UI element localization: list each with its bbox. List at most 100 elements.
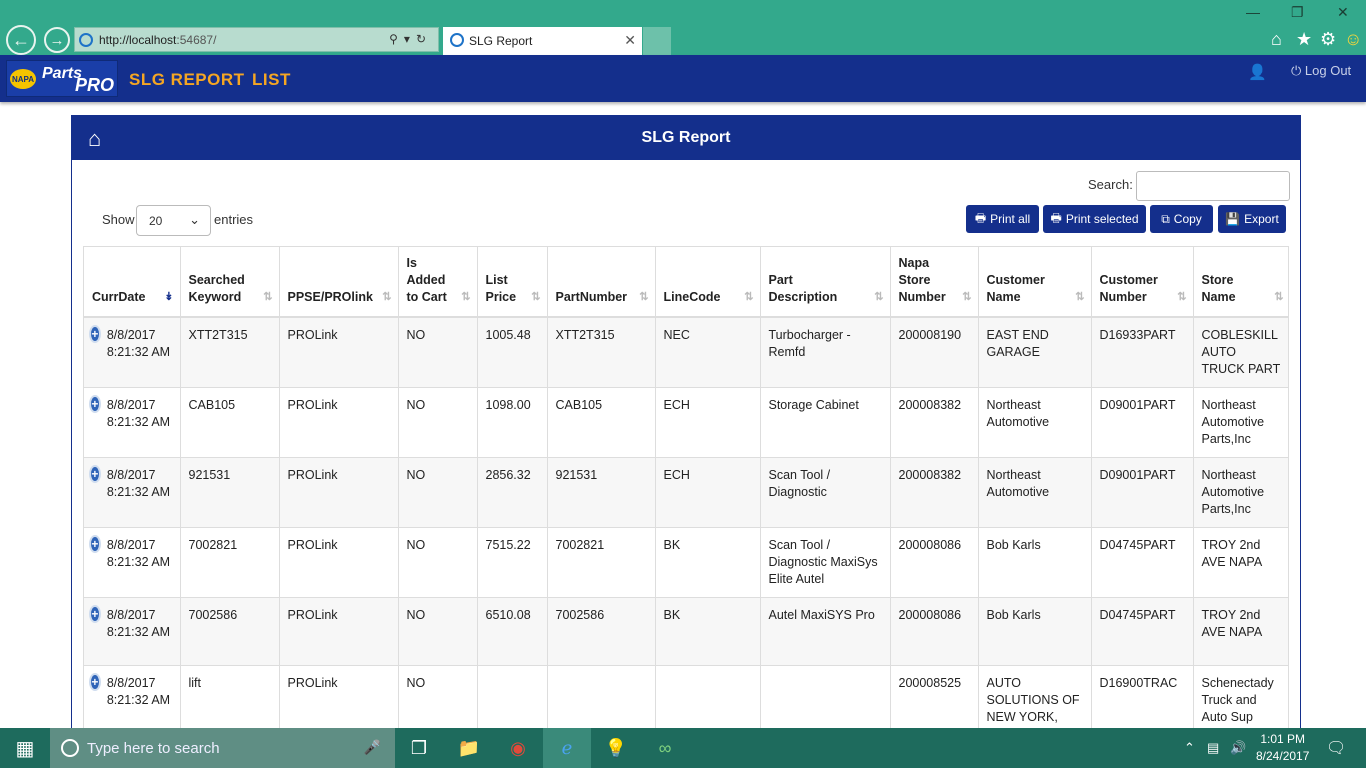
search-label: Search: bbox=[1088, 177, 1133, 192]
export-button[interactable]: 💾 Export bbox=[1218, 205, 1286, 233]
sort-icon[interactable]: ⇅ bbox=[1274, 289, 1283, 306]
sort-icon[interactable]: ⇅ bbox=[874, 289, 883, 306]
expand-row-icon[interactable]: + bbox=[91, 397, 99, 411]
lightbulb-app-icon[interactable]: 💡 bbox=[592, 728, 640, 768]
back-button[interactable]: ← bbox=[6, 25, 36, 55]
column-header[interactable]: Store Name ⇅ bbox=[1193, 247, 1288, 318]
expand-row-icon[interactable]: + bbox=[91, 467, 99, 481]
table-row[interactable]: +8/8/2017 8:21:32 AM 7002586 PROLink NO 6510… bbox=[84, 597, 1288, 666]
chevron-down-icon: ⌄ bbox=[189, 212, 200, 227]
column-header-label: List bbox=[485, 273, 508, 287]
microphone-icon[interactable]: 🎤 bbox=[364, 739, 381, 756]
table-cell: +8/8/2017 8:21:32 AM bbox=[84, 597, 181, 666]
printer-icon: 🖶 bbox=[1050, 210, 1062, 225]
taskbar-search[interactable]: Type here to search 🎤 bbox=[50, 728, 395, 768]
column-header[interactable]: Customer Name ⇅ bbox=[978, 247, 1092, 318]
sort-icon[interactable]: ⇅ bbox=[744, 289, 753, 306]
table-cell: ECH bbox=[655, 457, 761, 528]
entries-select[interactable]: 20 ⌄ bbox=[136, 205, 211, 236]
expand-row-icon[interactable]: + bbox=[91, 327, 99, 341]
copy-button[interactable]: ⧉ Copy bbox=[1150, 205, 1213, 233]
minimize-icon[interactable]: — bbox=[1246, 4, 1260, 20]
address-bar[interactable]: http://localhost:54687/ ⚲▾↻ bbox=[74, 27, 439, 52]
table-header-row: CurrDate ↡ Searched Keyword ⇅ PPSE/PROlink ⇅ Is… bbox=[84, 247, 1288, 318]
column-header[interactable]: PartNumber ⇅ bbox=[547, 247, 656, 318]
table-cell: Storage Cabinet bbox=[760, 387, 891, 458]
column-header[interactable]: Customer Number ⇅ bbox=[1091, 247, 1194, 318]
sort-icon[interactable]: ⇅ bbox=[962, 289, 971, 306]
napa-logo-disk: NAPA bbox=[10, 69, 36, 89]
task-view-icon[interactable]: ❐ bbox=[395, 728, 443, 768]
sort-icon[interactable]: ⇅ bbox=[1075, 289, 1084, 306]
user-icon[interactable]: 👤 bbox=[1248, 63, 1267, 81]
column-header[interactable]: Is Added to Cart ⇅ bbox=[398, 247, 478, 318]
sort-icon[interactable]: ↡ bbox=[164, 289, 173, 306]
browser-tab[interactable]: SLG Report ✕ bbox=[443, 27, 642, 55]
chevron-up-icon[interactable]: ⌃ bbox=[1184, 740, 1195, 756]
volume-icon[interactable]: 🔊 bbox=[1230, 740, 1246, 756]
column-header[interactable]: Napa Store Number ⇅ bbox=[890, 247, 979, 318]
notifications-icon[interactable]: 🗨 bbox=[1326, 738, 1346, 758]
expand-row-icon[interactable]: + bbox=[91, 675, 99, 689]
sort-icon[interactable]: ⇅ bbox=[639, 289, 648, 306]
restore-icon[interactable]: ❐ bbox=[1291, 4, 1304, 21]
address-tools-icon[interactable]: ⚲▾↻ bbox=[389, 32, 432, 46]
column-header[interactable]: CurrDate ↡ bbox=[84, 247, 181, 318]
date-text: 8/8/2017 8:21:32 AM bbox=[106, 538, 171, 569]
table-row[interactable]: +8/8/2017 8:21:32 AM XTT2T315 PROLink NO 100… bbox=[84, 317, 1288, 388]
table-cell: +8/8/2017 8:21:32 AM bbox=[84, 387, 181, 458]
sort-icon[interactable]: ⇅ bbox=[382, 289, 391, 306]
logout-link[interactable]: ⏻ Log Out bbox=[1291, 63, 1351, 79]
expand-row-icon[interactable]: + bbox=[91, 607, 99, 621]
network-icon[interactable]: ▤ bbox=[1207, 740, 1219, 756]
print-all-button[interactable]: 🖶 Print all bbox=[966, 205, 1039, 233]
table-cell: Turbocharger - Remfd bbox=[760, 317, 891, 388]
sort-icon[interactable]: ⇅ bbox=[263, 289, 272, 306]
nav-list[interactable]: LIST bbox=[252, 70, 291, 90]
close-icon[interactable]: ✕ bbox=[624, 32, 636, 49]
home-icon[interactable]: ⌂ bbox=[1271, 29, 1282, 50]
system-clock[interactable]: 1:01 PM 8/24/2017 bbox=[1256, 731, 1309, 765]
save-icon: 💾 bbox=[1225, 212, 1241, 226]
report-table: CurrDate ↡ Searched Keyword ⇅ PPSE/PROlink ⇅ Is… bbox=[84, 247, 1288, 735]
table-cell: D04745PART bbox=[1091, 597, 1194, 666]
table-cell bbox=[547, 665, 656, 735]
column-header-label: PPSE/PROlink bbox=[287, 290, 373, 304]
nav-slg-report[interactable]: SLG REPORT bbox=[129, 70, 245, 90]
table-row[interactable]: +8/8/2017 8:21:32 AM lift PROLink NO 2000085… bbox=[84, 665, 1288, 735]
close-window-icon[interactable]: ✕ bbox=[1337, 4, 1349, 21]
column-header[interactable]: LineCode ⇅ bbox=[655, 247, 761, 318]
table-cell: D09001PART bbox=[1091, 457, 1194, 528]
start-button[interactable]: ▦ bbox=[0, 728, 50, 768]
column-header[interactable]: Searched Keyword ⇅ bbox=[180, 247, 280, 318]
search-input[interactable] bbox=[1136, 171, 1290, 201]
sort-icon[interactable]: ⇅ bbox=[531, 289, 540, 306]
internet-explorer-icon[interactable]: ℯ bbox=[543, 728, 591, 768]
file-explorer-icon[interactable]: 📁 bbox=[445, 728, 493, 768]
chrome-icon[interactable]: ◉ bbox=[494, 728, 542, 768]
napa-parts-pro-logo[interactable]: NAPA Parts PRO bbox=[6, 60, 118, 97]
copy-label: Copy bbox=[1173, 212, 1202, 226]
favorites-icon[interactable]: ★ bbox=[1296, 29, 1312, 50]
print-selected-button[interactable]: 🖶 Print selected bbox=[1043, 205, 1146, 233]
table-row[interactable]: +8/8/2017 8:21:32 AM CAB105 PROLink NO 1098.… bbox=[84, 387, 1288, 458]
table-cell: 7002821 bbox=[180, 527, 280, 598]
report-table-wrapper: CurrDate ↡ Searched Keyword ⇅ PPSE/PROlink ⇅ Is… bbox=[83, 246, 1289, 736]
sort-icon[interactable]: ⇅ bbox=[461, 289, 470, 306]
column-header[interactable]: Part Description ⇅ bbox=[760, 247, 891, 318]
sort-icon[interactable]: ⇅ bbox=[1177, 289, 1186, 306]
new-tab-button[interactable] bbox=[643, 27, 671, 55]
column-header-label: CurrDate bbox=[92, 290, 146, 304]
table-cell: Northeast Automotive Parts,Inc bbox=[1193, 387, 1288, 458]
table-row[interactable]: +8/8/2017 8:21:32 AM 7002821 PROLink NO 7515… bbox=[84, 527, 1288, 598]
column-header[interactable]: List Price ⇅ bbox=[477, 247, 548, 318]
url-rest: :54687/ bbox=[176, 32, 217, 47]
smiley-icon[interactable]: ☺ bbox=[1344, 29, 1362, 50]
visual-studio-icon[interactable]: ∞ bbox=[641, 728, 689, 768]
forward-button[interactable]: → bbox=[44, 27, 70, 53]
table-row[interactable]: +8/8/2017 8:21:32 AM 921531 PROLink NO 2856.… bbox=[84, 457, 1288, 528]
expand-row-icon[interactable]: + bbox=[91, 537, 99, 551]
gear-icon[interactable]: ⚙ bbox=[1320, 29, 1336, 50]
column-header[interactable]: PPSE/PROlink ⇅ bbox=[279, 247, 399, 318]
date-cell: +8/8/2017 8:21:32 AM bbox=[91, 607, 172, 641]
